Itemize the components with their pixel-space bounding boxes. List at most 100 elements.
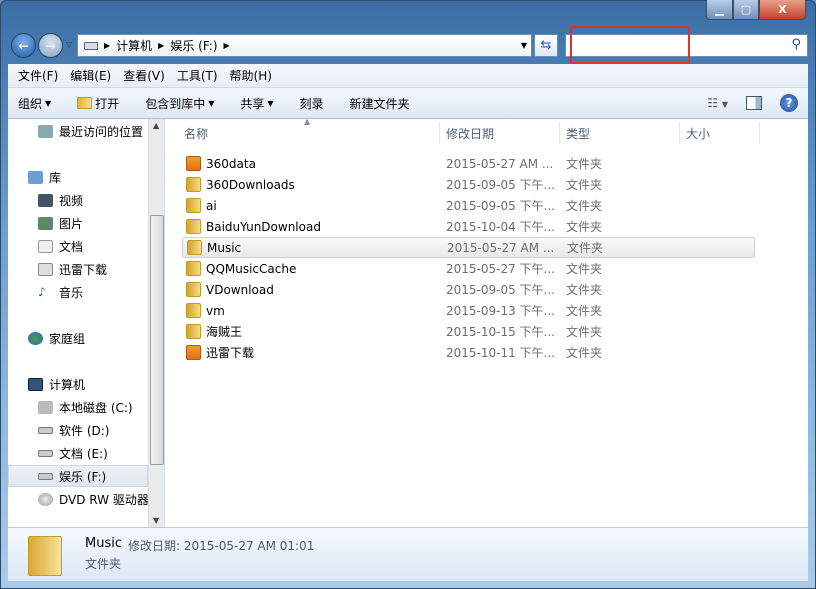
column-header-date[interactable]: 修改日期 <box>440 122 560 144</box>
file-row[interactable]: Music 2015-05-27 AM ... 文件夹 <box>182 237 755 258</box>
organize-button[interactable]: 组织 ▼ <box>18 95 51 112</box>
burn-button[interactable]: 刻录 <box>300 95 324 112</box>
scroll-down-icon[interactable]: ▼ <box>153 516 159 525</box>
dropdown-arrow-icon: ▼ <box>267 98 274 108</box>
address-bar[interactable]: ▶ 计算机 ▶ 娱乐 (F:) ▶ ▼ <box>77 34 532 57</box>
download-folder-icon <box>38 262 53 276</box>
sidebar-item-dvd[interactable]: DVD RW 驱动器 <box>38 488 164 510</box>
chevron-right-icon[interactable]: ▶ <box>224 41 230 50</box>
file-name-cell: 迅雷下载 <box>186 344 254 361</box>
menu-help[interactable]: 帮助(H) <box>224 67 278 84</box>
refresh-button[interactable]: ⇆ <box>534 34 558 57</box>
documents-icon <box>38 239 53 253</box>
dropdown-arrow-icon: ▼ <box>45 98 52 108</box>
file-date: 2015-09-05 下午... <box>446 283 555 297</box>
organize-label: 组织 <box>18 96 43 111</box>
sidebar-scrollbar[interactable]: ▲ ▼ <box>148 119 164 527</box>
selected-item-name: Music <box>85 536 122 551</box>
breadcrumb-computer[interactable]: 计算机 <box>116 37 152 54</box>
drive-icon <box>38 426 53 434</box>
file-date: 2015-05-27 下午... <box>446 262 555 276</box>
file-date: 2015-05-27 AM ... <box>447 240 555 255</box>
forward-button[interactable]: → <box>38 33 63 58</box>
view-options-icon[interactable]: ☷ ▼ <box>707 96 728 110</box>
scroll-up-icon[interactable]: ▲ <box>153 121 159 130</box>
include-label: 包含到库中 <box>145 96 206 111</box>
menu-file[interactable]: 文件(F) <box>12 67 64 84</box>
folder-icon <box>186 324 201 339</box>
file-name: QQMusicCache <box>206 261 297 276</box>
sidebar-item-drive-d[interactable]: 软件 (D:) <box>38 419 164 441</box>
file-row[interactable]: 迅雷下载 2015-10-11 下午... 文件夹 <box>182 342 755 363</box>
folder-icon <box>186 156 201 171</box>
help-icon[interactable]: ? <box>780 94 798 112</box>
selected-item-type: 文件夹 <box>85 557 122 571</box>
file-type: 文件夹 <box>566 220 603 234</box>
preview-pane-icon[interactable] <box>746 96 762 110</box>
file-row[interactable]: 海贼王 2015-10-15 下午... 文件夹 <box>182 321 755 342</box>
selected-item-modified: 修改日期: 2015-05-27 AM 01:01 <box>128 539 315 553</box>
burn-label: 刻录 <box>299 96 324 111</box>
breadcrumb-drive-f[interactable]: 娱乐 (F:) <box>170 37 217 54</box>
column-header-size[interactable]: 大小 <box>680 122 760 144</box>
library-icon <box>28 170 43 184</box>
file-row[interactable]: ai 2015-09-05 下午... 文件夹 <box>182 195 755 216</box>
sidebar-item-drive-c[interactable]: 本地磁盘 (C:) <box>38 396 164 418</box>
close-button[interactable]: X <box>759 0 806 20</box>
recent-pages-dropdown[interactable]: ▽ <box>66 40 72 49</box>
file-name: 海贼王 <box>206 325 243 339</box>
sidebar-item-recent[interactable]: 最近访问的位置 <box>38 120 164 142</box>
search-icon[interactable]: ⚲ <box>791 37 801 52</box>
include-in-library-button[interactable]: 包含到库中 ▼ <box>145 95 214 112</box>
file-name-cell: BaiduYunDownload <box>186 219 321 234</box>
sidebar-label: 家庭组 <box>49 331 86 346</box>
sidebar-item-computer[interactable]: 计算机 <box>28 373 164 395</box>
scrollbar-thumb[interactable] <box>150 215 164 465</box>
minimize-button[interactable]: ▁ <box>706 0 733 20</box>
sidebar-item-video[interactable]: 视频 <box>38 189 164 211</box>
address-dropdown-icon[interactable]: ▼ <box>521 41 527 50</box>
sidebar-item-library[interactable]: 库 <box>28 166 164 188</box>
share-label: 共享 <box>240 96 265 111</box>
file-row[interactable]: 360Downloads 2015-09-05 下午... 文件夹 <box>182 174 755 195</box>
file-row[interactable]: BaiduYunDownload 2015-10-04 下午... 文件夹 <box>182 216 755 237</box>
share-button[interactable]: 共享 ▼ <box>240 95 273 112</box>
file-row[interactable]: VDownload 2015-09-05 下午... 文件夹 <box>182 279 755 300</box>
maximize-button[interactable]: ▢ <box>733 0 759 20</box>
file-name: 360data <box>206 156 256 171</box>
column-header-name[interactable]: 名称 <box>178 122 440 144</box>
computer-icon <box>28 377 43 391</box>
sidebar-item-homegroup[interactable]: 家庭组 <box>28 327 164 349</box>
dropdown-arrow-icon: ▼ <box>208 98 215 108</box>
pictures-icon <box>38 216 53 230</box>
file-row[interactable]: vm 2015-09-13 下午... 文件夹 <box>182 300 755 321</box>
open-button[interactable]: 打开 <box>77 95 119 112</box>
sidebar-item-pictures[interactable]: 图片 <box>38 212 164 234</box>
file-name: BaiduYunDownload <box>206 219 321 234</box>
dvd-icon <box>38 492 53 506</box>
menu-tools[interactable]: 工具(T) <box>171 67 224 84</box>
open-label: 打开 <box>95 96 120 111</box>
file-date: 2015-10-11 下午... <box>446 346 555 360</box>
command-bar: 组织 ▼ 打开 包含到库中 ▼ 共享 ▼ 刻录 新建文件夹 ☷ ▼ ? <box>8 88 808 119</box>
sidebar-item-documents[interactable]: 文档 <box>38 235 164 257</box>
back-button[interactable]: ← <box>11 33 36 58</box>
menu-view[interactable]: 查看(V) <box>117 67 171 84</box>
sidebar-item-drive-e[interactable]: 文档 (E:) <box>38 442 164 464</box>
file-name: VDownload <box>206 282 274 297</box>
file-name-cell: ai <box>186 198 217 213</box>
drive-icon <box>38 472 53 480</box>
menu-edit[interactable]: 编辑(E) <box>64 67 117 84</box>
folder-icon <box>187 240 202 255</box>
file-type: 文件夹 <box>566 304 603 318</box>
sidebar-item-drive-f[interactable]: 娱乐 (F:) <box>8 465 148 487</box>
sidebar-item-xunlei[interactable]: 迅雷下载 <box>38 258 164 280</box>
sidebar-label: 库 <box>49 170 62 185</box>
new-folder-button[interactable]: 新建文件夹 <box>350 95 410 112</box>
file-row[interactable]: 360data 2015-05-27 AM ... 文件夹 <box>182 153 755 174</box>
sidebar-item-music[interactable]: ♪ 音乐 <box>38 281 164 303</box>
sidebar-label: 视频 <box>59 193 84 208</box>
folder-icon <box>28 536 62 576</box>
column-header-type[interactable]: 类型 <box>560 122 680 144</box>
file-row[interactable]: QQMusicCache 2015-05-27 下午... 文件夹 <box>182 258 755 279</box>
